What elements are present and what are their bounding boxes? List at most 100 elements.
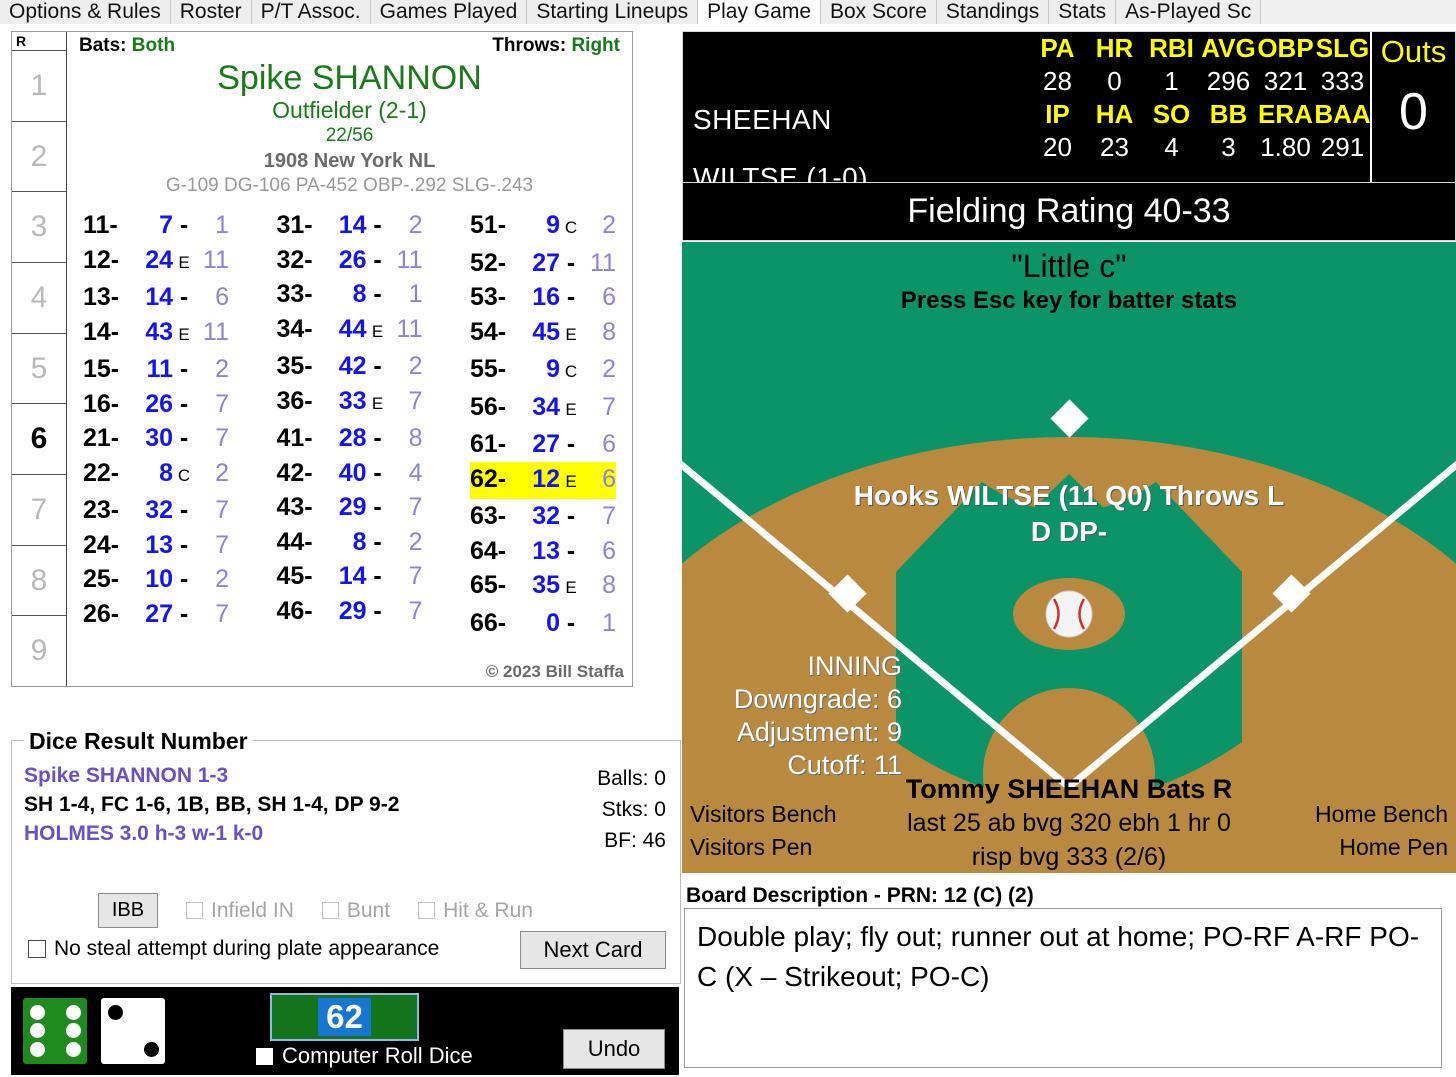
result-modifier: -	[373, 424, 382, 452]
tab-options-rules[interactable]: Options & Rules	[0, 0, 171, 24]
inning-cell-4[interactable]: 4	[12, 263, 66, 334]
inning-cell-5[interactable]: 5	[12, 334, 66, 405]
tab-p-t-assoc[interactable]: P/T Assoc.	[251, 0, 371, 24]
player-name: Spike SHANNON	[217, 59, 482, 97]
tab-standings[interactable]: Standings	[936, 0, 1050, 24]
result-row[interactable]: 14- 43 E 11	[83, 315, 229, 353]
pitcher-stat-values: 20 23 4 3 1.80 291	[1029, 131, 1374, 164]
checkbox-box	[256, 1047, 273, 1065]
tab-box-score[interactable]: Box Score	[821, 0, 937, 24]
inning-cell-9[interactable]: 9	[12, 616, 66, 686]
no-steal-checkbox[interactable]: No steal attempt during plate appearance	[28, 937, 439, 961]
result-tail: 7	[215, 530, 229, 559]
bunt-checkbox[interactable]: Bunt	[321, 899, 390, 923]
result-row[interactable]: 61- 27-6	[470, 427, 616, 462]
green-die[interactable]	[23, 998, 87, 1064]
result-row[interactable]: 52- 27-11	[470, 246, 616, 281]
result-row[interactable]: 44- 8-2	[277, 525, 423, 560]
result-row[interactable]: 65- 35 E 8	[470, 568, 616, 606]
pitcher-value-cell: 4	[1164, 132, 1179, 162]
tab-as-played-sc[interactable]: As-Played Sc	[1116, 0, 1262, 24]
batter-value-cell: 333	[1320, 66, 1365, 96]
result-row[interactable]: 31- 14-2	[277, 208, 423, 243]
result-tail: 7	[408, 562, 423, 590]
white-die[interactable]	[101, 998, 165, 1064]
result-row[interactable]: 53- 16-6	[470, 280, 616, 315]
result-row[interactable]: 11- 7-1	[83, 208, 229, 243]
tab-stats[interactable]: Stats	[1049, 0, 1117, 24]
baseball-field[interactable]: "Little c" Press Esc key for batter stat…	[682, 242, 1456, 873]
result-row[interactable]: 24- 13-7	[83, 528, 229, 563]
hit-and-run-checkbox[interactable]: Hit & Run	[418, 899, 533, 923]
result-row[interactable]: 34- 44 E 11	[277, 312, 423, 350]
result-tail: 2	[215, 565, 229, 593]
result-row[interactable]: 56- 34 E 7	[470, 390, 616, 428]
result-row[interactable]: 43- 29-7	[277, 490, 423, 525]
result-row[interactable]: 21- 30-7	[83, 421, 229, 456]
result-row[interactable]: 45- 14-7	[277, 559, 423, 594]
board-description-box: Double play; fly out; runner out at home…	[684, 908, 1442, 1068]
inning-cell-1[interactable]: 1	[12, 51, 66, 122]
inning-cell-8[interactable]: 8	[12, 546, 66, 617]
result-modifier: -	[373, 352, 382, 380]
result-row[interactable]: 33- 8-1	[277, 277, 423, 312]
result-row[interactable]: 26- 27-7	[83, 597, 229, 632]
result-row[interactable]: 62- 12 E 6	[470, 461, 616, 499]
die-pip	[65, 1004, 81, 1020]
visitors-links[interactable]: Visitors Bench Visitors Pen	[690, 798, 837, 864]
result-row[interactable]: 54- 45 E 8	[470, 315, 616, 353]
home-pen-link[interactable]: Home Pen	[1315, 831, 1448, 864]
fielding-rating-text: Fielding Rating 40-33	[907, 192, 1231, 230]
result-row[interactable]: 12- 24 E 11	[83, 243, 229, 281]
result-key: 31-	[276, 211, 313, 239]
result-tail: 7	[408, 386, 423, 415]
die-pip	[65, 1023, 81, 1039]
result-row[interactable]: 35- 42-2	[277, 349, 423, 384]
inning-cell-6[interactable]: 6	[12, 404, 66, 476]
undo-label: Undo	[587, 1036, 641, 1061]
result-modifier: -	[373, 596, 382, 625]
result-value: 27	[145, 599, 173, 628]
checkbox-box	[418, 902, 436, 919]
result-row[interactable]: 13- 14-6	[83, 280, 229, 315]
result-row[interactable]: 63- 32-7	[470, 499, 616, 534]
tab-roster[interactable]: Roster	[170, 0, 252, 24]
result-value: 26	[145, 389, 173, 418]
result-modifier: -	[566, 608, 576, 637]
result-row[interactable]: 64- 13-6	[470, 534, 616, 569]
result-column-3: 51- 9 C 2 52- 27-11 53- 16-6 54- 45 E 8 55- 9 C 2 56- 34 E…	[470, 208, 616, 640]
pitcher-header-cell: HA	[1095, 99, 1134, 129]
field-nickname: "Little c"	[1011, 248, 1127, 284]
result-row[interactable]: 16- 26-7	[83, 387, 229, 422]
ibb-button[interactable]: IBB	[98, 893, 158, 928]
inning-cell-7[interactable]: 7	[12, 475, 66, 546]
result-row[interactable]: 51- 9 C 2	[470, 208, 616, 246]
result-row[interactable]: 36- 33 E 7	[277, 384, 423, 422]
result-row[interactable]: 42- 40-4	[277, 456, 423, 491]
inning-cell-3[interactable]: 3	[12, 192, 66, 264]
result-value: 33	[338, 386, 367, 415]
result-key: 23-	[83, 496, 120, 524]
result-row[interactable]: 22- 8 C 2	[83, 456, 229, 494]
result-row[interactable]: 66- 0-1	[470, 606, 616, 641]
result-row[interactable]: 23- 32-7	[83, 493, 229, 528]
result-row[interactable]: 15- 11-2	[83, 352, 229, 387]
result-row[interactable]: 55- 9 C 2	[470, 352, 616, 390]
infield-in-checkbox[interactable]: Infield IN	[186, 899, 294, 923]
result-key: 54-	[470, 317, 507, 346]
tab-play-game[interactable]: Play Game	[698, 0, 821, 24]
inning-cell-2[interactable]: 2	[12, 122, 66, 193]
tab-games-played[interactable]: Games Played	[370, 0, 528, 24]
result-row[interactable]: 25- 10-2	[83, 562, 229, 597]
home-links[interactable]: Home Bench Home Pen	[1315, 798, 1448, 864]
visitors-bench-link[interactable]: Visitors Bench	[690, 798, 837, 831]
computer-roll-dice-checkbox[interactable]: Computer Roll Dice	[256, 1043, 473, 1069]
visitors-pen-link[interactable]: Visitors Pen	[690, 831, 837, 864]
result-row[interactable]: 32- 26-11	[277, 243, 423, 278]
undo-button[interactable]: Undo	[563, 1029, 665, 1069]
tab-starting-lineups[interactable]: Starting Lineups	[527, 0, 699, 24]
result-row[interactable]: 41- 28-8	[277, 421, 423, 456]
home-bench-link[interactable]: Home Bench	[1315, 798, 1448, 831]
result-row[interactable]: 46- 29-7	[277, 594, 423, 629]
next-card-button[interactable]: Next Card	[520, 931, 666, 969]
